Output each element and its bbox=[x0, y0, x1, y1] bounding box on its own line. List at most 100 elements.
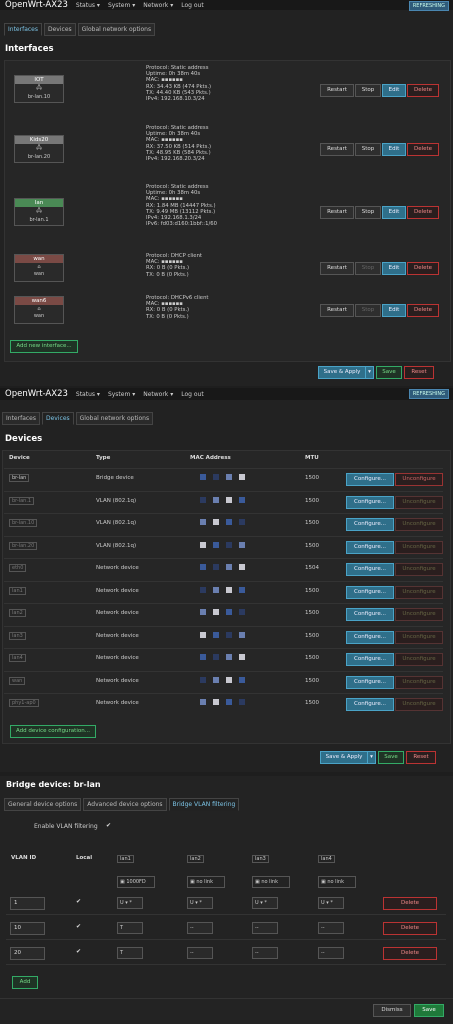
save-button[interactable]: Save bbox=[376, 366, 402, 379]
delete-button[interactable]: Delete bbox=[407, 206, 439, 219]
delete-button[interactable]: Delete bbox=[407, 143, 439, 156]
restart-button[interactable]: Restart bbox=[320, 304, 354, 317]
brand[interactable]: OpenWrt-AX23 bbox=[5, 0, 68, 10]
brand[interactable]: OpenWrt-AX23 bbox=[5, 389, 68, 399]
delete-button[interactable]: Delete bbox=[407, 84, 439, 97]
unconfigure-button[interactable]: Unconfigure bbox=[395, 585, 443, 599]
configure-button[interactable]: Configure... bbox=[346, 495, 394, 509]
stop-button[interactable]: Stop bbox=[355, 143, 381, 156]
port-membership-select[interactable]: -- bbox=[187, 922, 213, 934]
reset-button[interactable]: Reset bbox=[404, 366, 434, 379]
port-membership-select[interactable]: U ▾ * bbox=[318, 897, 344, 909]
configure-button[interactable]: Configure... bbox=[346, 473, 394, 486]
restart-button[interactable]: Restart bbox=[320, 84, 354, 97]
delete-button[interactable]: Delete bbox=[407, 262, 439, 275]
port-membership-select[interactable]: U ▾ * bbox=[187, 897, 213, 909]
port-membership-select[interactable]: -- bbox=[252, 947, 278, 959]
delete-vlan-button[interactable]: Delete bbox=[383, 922, 437, 935]
edit-button[interactable]: Edit bbox=[382, 262, 406, 275]
unconfigure-button[interactable]: Unconfigure bbox=[395, 473, 443, 486]
tab-interfaces[interactable]: Interfaces bbox=[4, 23, 42, 36]
tab-advanced-options[interactable]: Advanced device options bbox=[83, 798, 167, 811]
stop-button[interactable]: Stop bbox=[355, 304, 381, 317]
save-apply-button[interactable]: Save & Apply bbox=[318, 366, 366, 379]
unconfigure-button[interactable]: Unconfigure bbox=[395, 608, 443, 621]
reset-button[interactable]: Reset bbox=[406, 751, 436, 764]
edit-button[interactable]: Edit bbox=[382, 143, 406, 156]
delete-vlan-button[interactable]: Delete bbox=[383, 947, 437, 960]
menu-logout[interactable]: Log out bbox=[181, 2, 203, 9]
unconfigure-button[interactable]: Unconfigure bbox=[395, 495, 443, 509]
tab-interfaces[interactable]: Interfaces bbox=[2, 412, 40, 425]
interface-badge[interactable]: IOT 🖧 br-lan.10 bbox=[14, 75, 64, 103]
dismiss-button[interactable]: Dismiss bbox=[373, 1004, 411, 1017]
delete-button[interactable]: Delete bbox=[407, 304, 439, 317]
unconfigure-button[interactable]: Unconfigure bbox=[395, 698, 443, 711]
configure-button[interactable]: Configure... bbox=[346, 630, 394, 644]
port-membership-select[interactable]: -- bbox=[252, 922, 278, 934]
save-apply-dropdown[interactable]: ▾ bbox=[365, 366, 374, 379]
vlan-id-input[interactable]: 20 bbox=[10, 947, 45, 960]
edit-button[interactable]: Edit bbox=[382, 304, 406, 317]
unconfigure-button[interactable]: Unconfigure bbox=[395, 563, 443, 576]
menu-status[interactable]: Status ▾ bbox=[76, 391, 100, 398]
add-vlan-button[interactable]: Add bbox=[12, 976, 38, 989]
save-apply-dropdown[interactable]: ▾ bbox=[367, 751, 376, 764]
stop-button[interactable]: Stop bbox=[355, 84, 381, 97]
menu-network[interactable]: Network ▾ bbox=[143, 391, 173, 398]
unconfigure-button[interactable]: Unconfigure bbox=[395, 675, 443, 689]
configure-button[interactable]: Configure... bbox=[346, 585, 394, 599]
refreshing-badge[interactable]: REFRESHING bbox=[408, 1, 449, 11]
save-button[interactable]: Save bbox=[378, 751, 404, 764]
configure-button[interactable]: Configure... bbox=[346, 675, 394, 689]
interface-badge[interactable]: wan ⌂ wan bbox=[14, 254, 64, 282]
configure-button[interactable]: Configure... bbox=[346, 518, 394, 531]
enable-vlan-checkbox[interactable]: ✔ bbox=[106, 822, 111, 829]
vlan-id-input[interactable]: 10 bbox=[10, 922, 45, 935]
interface-badge[interactable]: lan 🖧 br-lan.1 bbox=[14, 198, 64, 226]
menu-network[interactable]: Network ▾ bbox=[143, 2, 173, 9]
unconfigure-button[interactable]: Unconfigure bbox=[395, 630, 443, 644]
tab-bridge-vlan-filtering[interactable]: Bridge VLAN filtering bbox=[168, 798, 240, 811]
port-membership-select[interactable]: U ▾ * bbox=[252, 897, 278, 909]
port-membership-select[interactable]: T bbox=[117, 922, 143, 934]
delete-vlan-button[interactable]: Delete bbox=[383, 897, 437, 910]
port-membership-select[interactable]: -- bbox=[187, 947, 213, 959]
restart-button[interactable]: Restart bbox=[320, 143, 354, 156]
unconfigure-button[interactable]: Unconfigure bbox=[395, 653, 443, 666]
configure-button[interactable]: Configure... bbox=[346, 608, 394, 621]
stop-button[interactable]: Stop bbox=[355, 262, 381, 275]
configure-button[interactable]: Configure... bbox=[346, 653, 394, 666]
local-checkbox[interactable]: ✔ bbox=[76, 923, 81, 930]
menu-status[interactable]: Status ▾ bbox=[76, 2, 100, 9]
tab-general-options[interactable]: General device options bbox=[4, 798, 82, 811]
menu-logout[interactable]: Log out bbox=[181, 391, 203, 398]
stop-button[interactable]: Stop bbox=[355, 206, 381, 219]
restart-button[interactable]: Restart bbox=[320, 206, 354, 219]
unconfigure-button[interactable]: Unconfigure bbox=[395, 518, 443, 531]
tab-devices[interactable]: Devices bbox=[42, 412, 74, 425]
local-checkbox[interactable]: ✔ bbox=[76, 898, 81, 905]
port-membership-select[interactable]: -- bbox=[318, 947, 344, 959]
configure-button[interactable]: Configure... bbox=[346, 563, 394, 576]
port-membership-select[interactable]: -- bbox=[318, 922, 344, 934]
edit-button[interactable]: Edit bbox=[382, 206, 406, 219]
local-checkbox[interactable]: ✔ bbox=[76, 948, 81, 955]
menu-system[interactable]: System ▾ bbox=[108, 391, 135, 398]
configure-button[interactable]: Configure... bbox=[346, 540, 394, 554]
add-interface-button[interactable]: Add new interface... bbox=[10, 340, 78, 353]
refreshing-badge[interactable]: REFRESHING bbox=[408, 389, 449, 399]
vlan-id-input[interactable]: 1 bbox=[10, 897, 45, 910]
unconfigure-button[interactable]: Unconfigure bbox=[395, 540, 443, 554]
tab-devices[interactable]: Devices bbox=[44, 23, 76, 36]
add-device-button[interactable]: Add device configuration... bbox=[10, 725, 96, 738]
interface-badge[interactable]: Kids20 🖧 br-lan.20 bbox=[14, 135, 64, 163]
edit-button[interactable]: Edit bbox=[382, 84, 406, 97]
save-button[interactable]: Save bbox=[414, 1004, 444, 1017]
restart-button[interactable]: Restart bbox=[320, 262, 354, 275]
menu-system[interactable]: System ▾ bbox=[108, 2, 135, 9]
tab-global-options[interactable]: Global network options bbox=[77, 23, 156, 36]
save-apply-button[interactable]: Save & Apply bbox=[320, 751, 368, 764]
port-membership-select[interactable]: T bbox=[117, 947, 143, 959]
port-membership-select[interactable]: U ▾ * bbox=[117, 897, 143, 909]
